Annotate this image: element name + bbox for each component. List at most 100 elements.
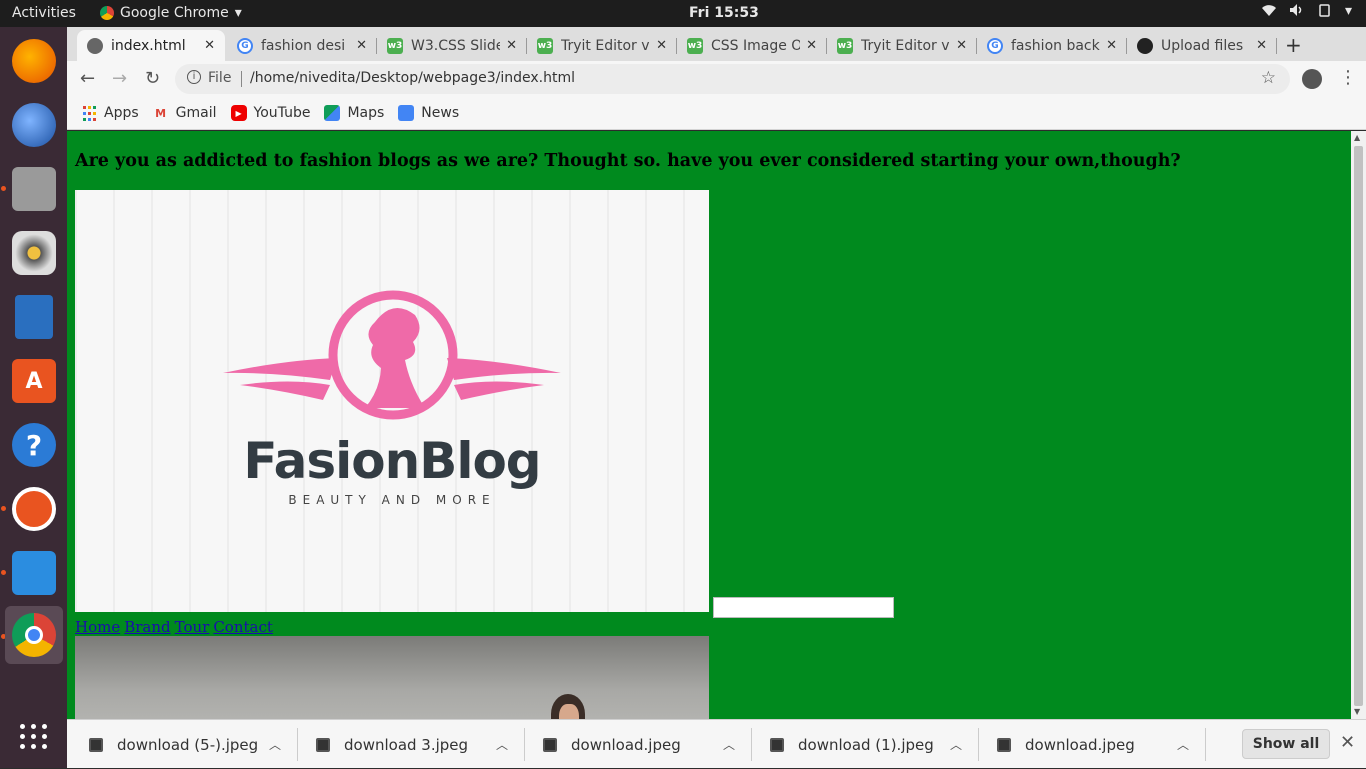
tab-tryit-editor-2[interactable]: w3 Tryit Editor v ✕ xyxy=(827,30,977,61)
bookmark-label: Apps xyxy=(104,105,139,121)
dock-help[interactable]: ? xyxy=(5,416,63,474)
app-menu[interactable]: Google Chrome ▾ xyxy=(100,5,242,21)
app-name: Google Chrome xyxy=(120,5,229,21)
tab-title: fashion back xyxy=(1011,37,1100,54)
dock-ubuntu[interactable] xyxy=(5,480,63,538)
tab-separator xyxy=(1276,38,1277,54)
chevron-up-icon[interactable]: ︿ xyxy=(723,736,735,753)
show-all-button[interactable]: Show all xyxy=(1242,729,1330,759)
close-icon[interactable]: ✕ xyxy=(656,38,667,53)
show-applications-button[interactable] xyxy=(5,707,63,765)
tab-tryit-editor[interactable]: w3 Tryit Editor v ✕ xyxy=(527,30,677,61)
search-input[interactable] xyxy=(713,597,894,618)
close-icon[interactable]: ✕ xyxy=(356,38,367,53)
tab-title: Upload files xyxy=(1161,37,1244,54)
activities-button[interactable]: Activities xyxy=(12,5,76,21)
tab-index-html[interactable]: index.html ✕ xyxy=(77,30,225,61)
download-filename: download.jpeg xyxy=(1025,735,1135,754)
bookmark-news[interactable]: News xyxy=(398,105,459,121)
files-icon xyxy=(12,167,56,211)
download-item[interactable]: download 3.jpeg ︿ xyxy=(316,720,516,769)
bookmark-label: YouTube xyxy=(253,105,311,121)
page-scrollbar[interactable]: ▲ ▼ xyxy=(1351,131,1366,719)
bookmarks-bar: Apps M Gmail ▶ YouTube Maps News xyxy=(67,97,1366,130)
chevron-up-icon[interactable]: ︿ xyxy=(950,736,962,753)
bookmark-youtube[interactable]: ▶ YouTube xyxy=(230,105,311,121)
new-tab-button[interactable]: + xyxy=(1285,33,1302,57)
tab-css-image[interactable]: w3 CSS Image O ✕ xyxy=(677,30,827,61)
download-item[interactable]: download.jpeg ︿ xyxy=(997,720,1197,769)
chevron-up-icon[interactable]: ︿ xyxy=(269,736,281,753)
system-tray[interactable]: ▾ xyxy=(1261,3,1352,21)
dock-firefox[interactable] xyxy=(5,32,63,90)
image-file-icon xyxy=(543,737,557,752)
close-icon[interactable]: ✕ xyxy=(1340,732,1355,753)
close-icon[interactable]: ✕ xyxy=(806,38,817,53)
dock-chrome[interactable] xyxy=(5,606,63,664)
chevron-up-icon[interactable]: ︿ xyxy=(496,736,508,753)
nav-link-home[interactable]: Home xyxy=(75,618,120,636)
chrome-icon xyxy=(12,613,56,657)
page-heading: Are you as addicted to fashion blogs as … xyxy=(75,151,1181,171)
page-viewport: Are you as addicted to fashion blogs as … xyxy=(67,131,1351,719)
scroll-up-arrow-icon[interactable]: ▲ xyxy=(1354,133,1360,142)
help-icon: ? xyxy=(12,423,56,467)
forward-button[interactable]: → xyxy=(112,68,127,89)
profile-avatar-icon[interactable] xyxy=(1302,69,1322,89)
reload-button[interactable]: ↻ xyxy=(145,68,160,89)
dock-software[interactable]: A xyxy=(5,352,63,410)
dock-rhythmbox[interactable] xyxy=(5,224,63,282)
tab-fashion-back[interactable]: G fashion back ✕ xyxy=(977,30,1127,61)
fashion-photo xyxy=(75,636,709,719)
ubuntu-icon xyxy=(12,487,56,531)
bookmark-star-icon[interactable]: ☆ xyxy=(1261,68,1276,88)
thunderbird-icon xyxy=(12,103,56,147)
nav-link-brand[interactable]: Brand xyxy=(124,618,170,636)
close-icon[interactable]: ✕ xyxy=(956,38,967,53)
dock-thunderbird[interactable] xyxy=(5,96,63,154)
kebab-menu-icon[interactable]: ⋮ xyxy=(1339,67,1357,88)
download-item[interactable]: download (5-).jpeg ︿ xyxy=(89,720,289,769)
logo-title: FasionBlog xyxy=(243,432,541,490)
tab-w3css-slide[interactable]: w3 W3.CSS Slide ✕ xyxy=(377,30,527,61)
news-icon xyxy=(398,105,415,121)
download-filename: download 3.jpeg xyxy=(344,735,469,754)
close-icon[interactable]: ✕ xyxy=(506,38,517,53)
tab-fashion-design[interactable]: G fashion desi ✕ xyxy=(227,30,377,61)
info-icon[interactable]: i xyxy=(187,70,201,84)
url-text[interactable]: /home/nivedita/Desktop/webpage3/index.ht… xyxy=(250,70,575,86)
clock[interactable]: Fri 15:53 xyxy=(689,5,759,21)
close-icon[interactable]: ✕ xyxy=(204,38,215,53)
nav-link-contact[interactable]: Contact xyxy=(213,618,273,636)
download-item[interactable]: download.jpeg ︿ xyxy=(543,720,743,769)
scroll-down-arrow-icon[interactable]: ▼ xyxy=(1354,707,1360,716)
vscode-icon xyxy=(12,551,56,595)
tab-upload-files[interactable]: Upload files ✕ xyxy=(1127,30,1277,61)
w3schools-icon: w3 xyxy=(687,37,703,54)
chevron-down-icon: ▾ xyxy=(1344,3,1352,19)
close-icon[interactable]: ✕ xyxy=(1106,38,1117,53)
bookmark-maps[interactable]: Maps xyxy=(324,105,384,121)
ubuntu-dock: A ? xyxy=(0,27,67,768)
bookmark-label: News xyxy=(421,105,460,121)
back-button[interactable]: ← xyxy=(80,68,95,89)
bookmark-apps[interactable]: Apps xyxy=(81,105,139,121)
w3schools-icon: w3 xyxy=(387,37,403,54)
dock-files[interactable] xyxy=(5,160,63,218)
google-icon: G xyxy=(987,37,1003,54)
download-item[interactable]: download (1).jpeg ︿ xyxy=(770,720,970,769)
chevron-up-icon[interactable]: ︿ xyxy=(1177,736,1189,753)
w3schools-icon: w3 xyxy=(537,37,553,54)
dock-writer[interactable] xyxy=(5,288,63,346)
scrollbar-thumb[interactable] xyxy=(1354,146,1363,706)
nav-link-tour[interactable]: Tour xyxy=(175,618,210,636)
w3schools-icon: w3 xyxy=(837,37,853,54)
address-bar[interactable]: i File /home/nivedita/Desktop/webpage3/i… xyxy=(175,64,1290,94)
bookmark-label: Gmail xyxy=(175,105,217,121)
maps-icon xyxy=(324,105,341,121)
dock-vscode[interactable] xyxy=(5,544,63,602)
bookmark-gmail[interactable]: M Gmail xyxy=(153,105,217,121)
google-icon: G xyxy=(237,37,253,54)
tab-title: index.html xyxy=(111,37,186,54)
close-icon[interactable]: ✕ xyxy=(1256,38,1267,53)
